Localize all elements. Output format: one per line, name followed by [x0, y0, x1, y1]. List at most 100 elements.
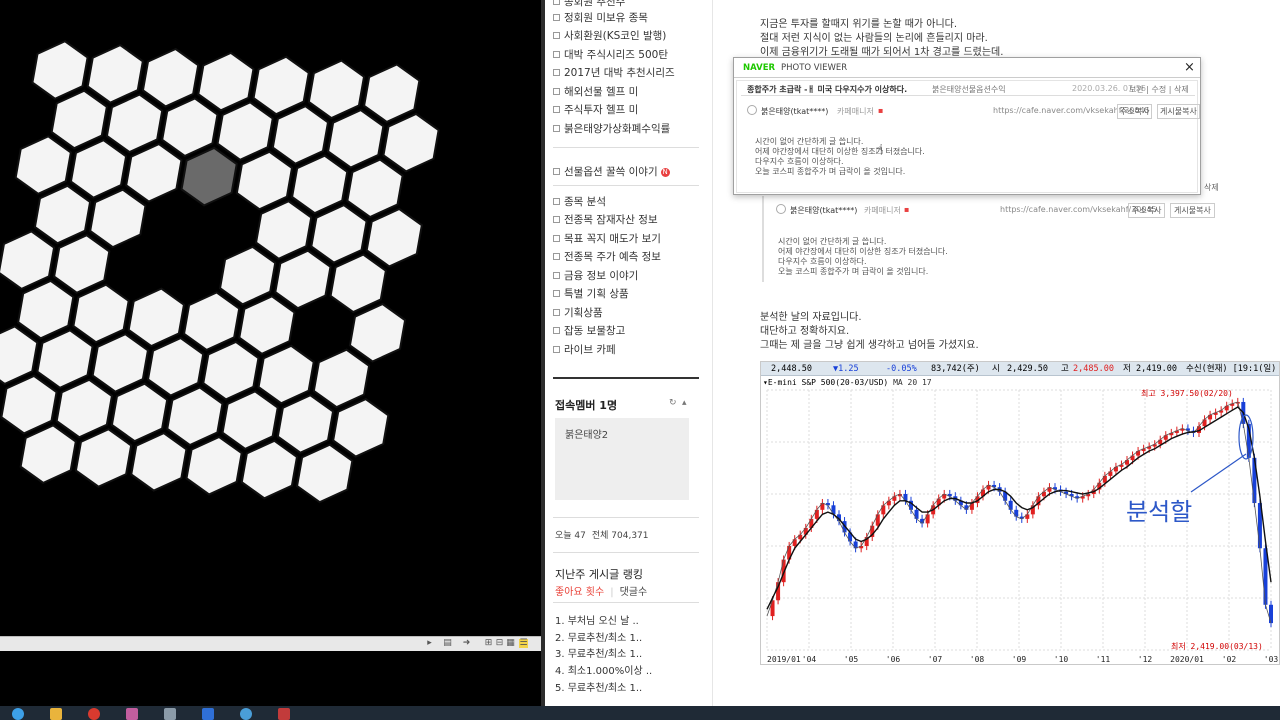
quote-last: 2,448.50: [771, 364, 812, 374]
photo-viewer-popup: NAVER PHOTO VIEWER × 종합주가 초급락 -ㅐ 미국 다우지수…: [733, 57, 1201, 195]
candle-body: [853, 541, 858, 549]
candle-body: [1008, 500, 1013, 510]
ranking-item[interactable]: 5. 무료추천/최소 1..: [555, 679, 642, 694]
menu-item-futures-story[interactable]: 선물옵션 꿀쓱 이야기 N: [553, 164, 670, 180]
app-icon[interactable]: [126, 708, 138, 720]
visit-total: 전체 704,371: [591, 531, 649, 541]
video-frame[interactable]: [0, 0, 541, 636]
delete-link[interactable]: 삭제: [1204, 182, 1219, 193]
app-icon-3[interactable]: [202, 708, 214, 720]
menu-item-latent-assets[interactable]: 전종목 잠재자산 정보: [553, 212, 658, 228]
chart-ma-label: MA 20 17: [893, 378, 932, 387]
chart-canvas: 2019/01'04 '05 '06 '07 '08 '09 '10 '11 '12 2020/0…: [766, 388, 1279, 664]
viewer-post-title: 종합주가 초급락 -ㅐ 미국 다우지수가 이상하다.: [747, 85, 908, 94]
board-icon: [553, 168, 560, 175]
tab-comments[interactable]: 댓글수: [620, 587, 648, 598]
section-divider: [553, 377, 699, 379]
menu-item-products[interactable]: 기획상품: [553, 305, 603, 321]
video-next-icon[interactable]: ➜: [462, 639, 471, 648]
futures-chart[interactable]: 2019/01'04 '05 '06 '07 '08 '09 '10 '11 '12 2020/0…: [760, 361, 1280, 665]
handwritten-arrow: [1190, 453, 1247, 493]
tab-likes[interactable]: 좋아요 횟수: [555, 587, 604, 598]
photo-viewer-image[interactable]: 종합주가 초급락 -ㅐ 미국 다우지수가 이상하다. 붉은태양선물옵션수익 20…: [736, 80, 1200, 193]
video-layout-2-icon[interactable]: ⊟: [495, 639, 504, 648]
menu-item-stock-analysis[interactable]: 종목 분석: [553, 194, 606, 210]
menu-item-ks-coin[interactable]: 사회환원(KS코인 발행): [553, 28, 666, 44]
video-layout-3-icon[interactable]: ▦: [506, 639, 515, 648]
copy-address-button[interactable]: 주소복사: [1128, 203, 1166, 218]
candle-body: [875, 514, 880, 526]
copy-post-button[interactable]: 게시물복사: [1170, 203, 1215, 218]
quote-change: ▼1.25: [833, 364, 859, 374]
ranking-tabs: 좋아요 횟수 | 댓글수: [555, 583, 647, 598]
x-tick-label: '11: [1096, 655, 1111, 664]
chrome-icon[interactable]: [88, 708, 100, 720]
board-icon: [553, 69, 560, 76]
menu-item-price-forecast[interactable]: 전종목 주가 예측 정보: [553, 249, 661, 265]
menu-item-treasure[interactable]: 잡동 보물창고: [553, 323, 625, 339]
menu-item-series-500[interactable]: 대박 주식시리즈 500탄: [553, 47, 668, 63]
menu-item-finance-news[interactable]: 금융 정보 이야기: [553, 268, 638, 284]
new-badge: N: [660, 168, 670, 177]
board-icon: [553, 14, 560, 21]
candle-body: [792, 539, 797, 546]
ranking-item[interactable]: 2. 무료추천/최소 1..: [555, 629, 642, 644]
chart-high-annotation: 최고 3,397.50(02/20): [1141, 388, 1233, 398]
menu-item-crypto-returns[interactable]: 붉은태양가상화폐수익률: [553, 121, 670, 137]
x-tick-label: '03: [1264, 655, 1279, 664]
photo-viewer-header: NAVER PHOTO VIEWER ×: [734, 58, 1200, 78]
quote-low-label: 저: [1123, 364, 1131, 374]
x-tick-label: '09: [1012, 655, 1027, 664]
video-notes-icon[interactable]: ☰: [519, 639, 528, 648]
section-divider: [553, 517, 699, 518]
collapse-icon[interactable]: ▴: [682, 398, 687, 408]
video-prev-icon[interactable]: ▸: [425, 639, 434, 648]
start-icon[interactable]: [12, 708, 24, 720]
app-icon-5[interactable]: [278, 708, 290, 720]
chart-low-annotation: 최저 2,419.00(03/13): [1171, 641, 1263, 651]
close-icon[interactable]: ×: [1184, 60, 1195, 75]
menu-item-unowned[interactable]: 정회원 미보유 종목: [553, 10, 648, 26]
x-tick-label: '12: [1138, 655, 1153, 664]
candle-body: [925, 514, 930, 524]
menu-item-stock-help[interactable]: 주식투자 헬프 미: [553, 102, 638, 118]
ranking-item[interactable]: 1. 부처님 오신 날 ..: [555, 612, 639, 627]
quote-author[interactable]: 붉은태양(tkat****): [790, 205, 857, 216]
x-tick-label: 2020/01: [1170, 655, 1204, 664]
section-divider: [553, 602, 699, 603]
post-text-line: 대단하고 정확하지요.: [760, 326, 850, 337]
menu-item-special-products[interactable]: 특별 기획 상품: [553, 286, 629, 302]
quote-open: 2,429.50: [1007, 364, 1048, 374]
video-player[interactable]: ▸ ▤ ➜ ⊞ ⊟ ▦ ☰: [0, 0, 541, 706]
viewer-copy-address: 주소복사: [1117, 104, 1153, 119]
menu-item-2017-series[interactable]: 2017년 대박 추천시리즈: [553, 65, 675, 81]
menu-item-member-picks[interactable]: 종회원 추천주: [553, 0, 625, 10]
ranking-item[interactable]: 4. 최소1.000%이상 ..: [555, 662, 652, 677]
ranking-item[interactable]: 3. 무료추천/최소 1..: [555, 645, 642, 660]
quote-high-label: 고: [1061, 364, 1069, 374]
chart-symbol: ▾E-mini S&P 500(20-03/USD): [763, 378, 889, 387]
board-icon: [553, 106, 560, 113]
video-pages-icon[interactable]: ▤: [443, 639, 452, 648]
menu-item-target-sell[interactable]: 목표 꼭지 매도가 보기: [553, 231, 661, 247]
viewer-author-role: 카페매니저: [837, 107, 874, 116]
x-tick-label: '05: [844, 655, 859, 664]
online-members-title: 접속멤버 1명: [555, 399, 618, 412]
menu-item-live-cafe[interactable]: 라이브 카페: [553, 342, 616, 358]
author-avatar: [776, 204, 786, 214]
video-layout-1-icon[interactable]: ⊞: [484, 639, 493, 648]
board-icon: [553, 0, 560, 5]
menu-item-futures-help[interactable]: 해외선물 헬프 미: [553, 84, 638, 100]
explorer-icon[interactable]: [50, 708, 62, 720]
refresh-icon[interactable]: ↻: [669, 398, 677, 408]
app-icon-4[interactable]: [240, 708, 252, 720]
candle-body: [881, 505, 886, 515]
board-icon: [553, 51, 560, 58]
post-text-line: 지금은 투자를 할때지 위기를 논할 때가 아니다.: [760, 19, 958, 30]
app-icon-2[interactable]: [164, 708, 176, 720]
x-tick-label: '06: [886, 655, 901, 664]
post-text-line: 그때는 제 글을 그냥 쉽게 생각하고 넘어들 가셨지요.: [760, 340, 979, 351]
member-name[interactable]: 붉은태양2: [565, 426, 608, 441]
candle-body: [1102, 475, 1107, 483]
viewer-copy-post: 게시물복사: [1157, 104, 1200, 119]
